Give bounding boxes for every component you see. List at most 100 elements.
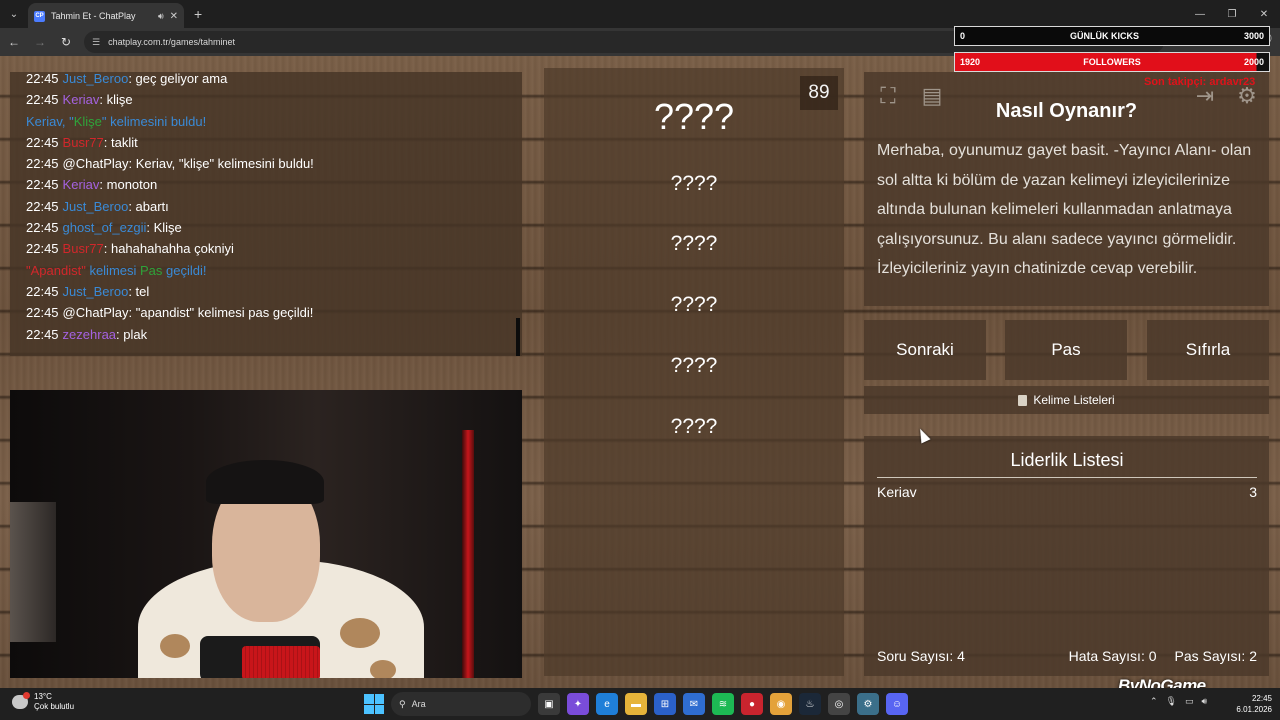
minimize-icon[interactable]: — [1184, 0, 1216, 28]
steam-icon[interactable]: ♨ [799, 693, 821, 715]
word-lists-button[interactable]: Kelime Listeleri [864, 386, 1269, 414]
volume-icon[interactable]: 🔊︎ [1202, 696, 1208, 707]
chat-text: : monoton [99, 177, 158, 193]
chat-message: 22:45 Busr77: taklit [26, 132, 516, 153]
leaderboard-title: Liderlik Listesi [877, 450, 1257, 478]
followers-current: 1920 [960, 57, 981, 67]
discord-icon[interactable]: ☺ [886, 693, 908, 715]
chat-message: 22:45 zezehraa: plak [26, 324, 516, 345]
chat-username[interactable]: Busr77 [63, 241, 104, 256]
chat-message: 22:45 @ChatPlay: Keriav, "klişe" kelimesi… [26, 153, 516, 174]
chat-username[interactable]: ghost_of_ezgii [63, 220, 147, 235]
leaderboard-panel: Liderlik Listesi Keriav 3 Soru Sayısı: 4… [864, 436, 1269, 676]
task-view-icon[interactable]: ▣ [538, 693, 560, 715]
chat-timestamp: 22:45 [26, 92, 59, 108]
chat-message: 22:45 Busr77: hahahahahha çokniyi [26, 238, 516, 259]
network-icon[interactable]: ▭ [1185, 696, 1194, 707]
forbidden-word: ???? [670, 172, 718, 195]
leaderboard-name: Keriav [877, 484, 917, 500]
tray-chevron-icon[interactable]: ⌃ [1150, 696, 1158, 707]
microphone-icon[interactable]: 🎙︎ [1166, 696, 1177, 707]
followers-goal: 2000 [1243, 57, 1264, 67]
chat-system-text: kelimesi [85, 262, 141, 278]
file-explorer-icon[interactable]: ▬ [625, 693, 647, 715]
chat-message: 22:45 Just_Beroo: tel [26, 281, 516, 302]
chat-text: : geç geliyor ama [128, 72, 228, 86]
url-text: chatplay.com.tr/games/tahminet [108, 37, 235, 47]
settings-app-icon[interactable]: ⚙ [857, 693, 879, 715]
chat-timestamp: 22:45 [26, 72, 59, 86]
taskbar-search[interactable]: ⚲ Ara [391, 692, 531, 716]
pass-count: Pas Sayısı: 2 [1174, 648, 1257, 664]
hoodie-spot [370, 660, 396, 678]
chat-scrollbar[interactable] [516, 318, 520, 356]
chat-timestamp: 22:45 [26, 134, 59, 150]
copilot-icon[interactable]: ✦ [567, 693, 589, 715]
search-icon: ⚲ [399, 698, 406, 709]
chat-timestamp: 22:45 [26, 241, 59, 257]
chat-username[interactable]: zezehraa [63, 327, 116, 342]
search-placeholder: Ara [411, 699, 426, 709]
forward-arrow-icon[interactable]: → [28, 30, 52, 54]
chat-timestamp: 22:45 [26, 177, 59, 193]
chat-username[interactable]: Busr77 [63, 135, 104, 150]
kicks-goal: 3000 [1243, 31, 1264, 41]
chat-text: : klişe [99, 92, 133, 108]
chat-system-text: " kelimesini buldu! [101, 113, 207, 129]
chat-message: 22:45 Keriav: monoton [26, 174, 516, 195]
chat-message-list: 22:45 Just_Beroo: geç geliyor ama 22:45 Ker… [26, 72, 516, 345]
chat-text: : Keriav, "klişe" kelimesini buldu! [128, 156, 314, 172]
chat-system-text: Klişe [73, 113, 102, 129]
weather-temp: 13°C [34, 692, 52, 701]
browser-tab-active[interactable]: CP Tahmin Et - ChatPlay 🔊︎ ✕ [28, 3, 184, 29]
chat-text: : abartı [128, 198, 169, 214]
chat-message: 22:45 Keriav: klişe [26, 89, 516, 110]
obs-icon[interactable]: ◎ [828, 693, 850, 715]
chat-username[interactable]: Keriav [63, 177, 100, 192]
chat-username[interactable]: Keriav [63, 92, 100, 107]
hoodie-spot [160, 634, 190, 658]
chat-username[interactable]: Just_Beroo [63, 284, 129, 299]
leaderboard-score: 3 [1249, 484, 1257, 500]
site-info-icon[interactable]: ☰ [92, 37, 100, 48]
speaker-icon[interactable]: 🔊︎ [158, 11, 164, 22]
restore-icon[interactable]: ❐ [1216, 0, 1248, 28]
chrome-icon[interactable]: ◉ [770, 693, 792, 715]
reload-icon[interactable]: ↻ [54, 30, 78, 54]
new-tab-icon[interactable]: + [194, 6, 202, 22]
edge-icon[interactable]: e [596, 693, 618, 715]
weather-desc: Çok bulutlu [34, 702, 75, 711]
close-window-icon[interactable]: ✕ [1248, 0, 1280, 28]
windows-start-icon[interactable] [364, 694, 384, 714]
leaderboard-row: Keriav 3 [877, 484, 1257, 500]
chat-username[interactable]: @ChatPlay [63, 305, 129, 320]
pass-button[interactable]: Pas [1005, 320, 1127, 380]
close-tab-icon[interactable]: ✕ [170, 11, 178, 22]
spotify-icon[interactable]: ≋ [712, 693, 734, 715]
reset-button[interactable]: Sıfırla [1147, 320, 1269, 380]
chat-system-text: "Apandist" [26, 262, 86, 278]
main-word: ???? [653, 96, 735, 137]
chat-text: : Klişe [146, 220, 182, 236]
taskbar-clock[interactable]: 22:45 6.01.2026 [1228, 693, 1272, 715]
chat-message: 22:45 ghost_of_ezgii: Klişe [26, 217, 516, 238]
back-arrow-icon[interactable]: ← [2, 30, 26, 54]
chat-username[interactable]: Just_Beroo [63, 72, 129, 86]
hoodie-spot [340, 618, 380, 648]
tab-search-chevron-icon[interactable]: ⌄ [0, 0, 28, 28]
chat-username[interactable]: Just_Beroo [63, 199, 129, 214]
kicks-label: GÜNLÜK KICKS [1069, 31, 1139, 41]
chat-system-text: Pas [140, 262, 163, 278]
store-icon[interactable]: ⊞ [654, 693, 676, 715]
record-app-icon[interactable]: ● [741, 693, 763, 715]
next-button[interactable]: Sonraki [864, 320, 986, 380]
webcam-microphone-grill [242, 646, 320, 678]
tab-title: Tahmin Et - ChatPlay [51, 11, 136, 21]
weather-widget[interactable]: 13°C Çok bulutlu [12, 692, 74, 712]
mail-icon[interactable]: ✉ [683, 693, 705, 715]
webcam-red-light [462, 430, 474, 678]
webcam-background-object [10, 502, 56, 642]
chat-panel: 22:45 Just_Beroo: geç geliyor ama 22:45 Ker… [10, 72, 522, 356]
webcam-feed [10, 390, 522, 678]
chat-username[interactable]: @ChatPlay [63, 156, 129, 171]
